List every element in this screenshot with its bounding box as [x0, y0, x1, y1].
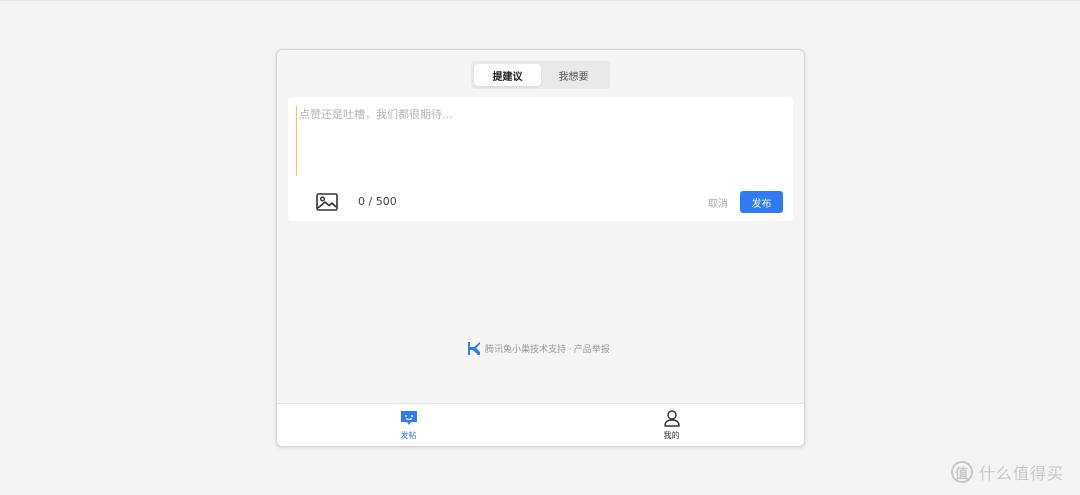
char-counter: 0 / 500: [358, 195, 397, 208]
publish-button[interactable]: 发布: [740, 191, 783, 213]
image-upload-icon[interactable]: [316, 193, 338, 211]
tab-switcher: 提建议 我想要: [471, 61, 610, 89]
top-divider: [0, 0, 1080, 1]
tab-suggest[interactable]: 提建议: [474, 64, 541, 86]
post-input[interactable]: [296, 106, 779, 176]
nav-mine-label: 我的: [663, 431, 680, 440]
support-footer: 腾讯兔小巢技术支持 · 产品举报: [467, 341, 610, 356]
txc-logo-icon: [468, 342, 480, 355]
report-link[interactable]: 产品举报: [574, 342, 610, 355]
nav-post-label: 发帖: [400, 431, 417, 440]
user-icon: [664, 410, 680, 427]
feedback-panel: 提建议 我想要 0 / 500 取消 发布 腾讯兔小巢技术支持 · 产品举报: [276, 49, 805, 447]
cancel-button[interactable]: 取消: [708, 195, 728, 210]
post-icon: [401, 411, 417, 425]
support-text: 腾讯兔小巢技术支持 ·: [485, 345, 572, 355]
post-composer: 0 / 500 取消 发布: [288, 97, 793, 221]
nav-post[interactable]: 发帖: [277, 404, 540, 446]
bottom-navigation: 发帖 我的: [277, 403, 804, 446]
watermark-logo: 值: [951, 461, 973, 483]
tab-want[interactable]: 我想要: [540, 64, 607, 86]
watermark: 值 什么值得买: [951, 460, 1064, 484]
nav-mine[interactable]: 我的: [540, 404, 803, 446]
watermark-text: 什么值得买: [979, 464, 1065, 483]
